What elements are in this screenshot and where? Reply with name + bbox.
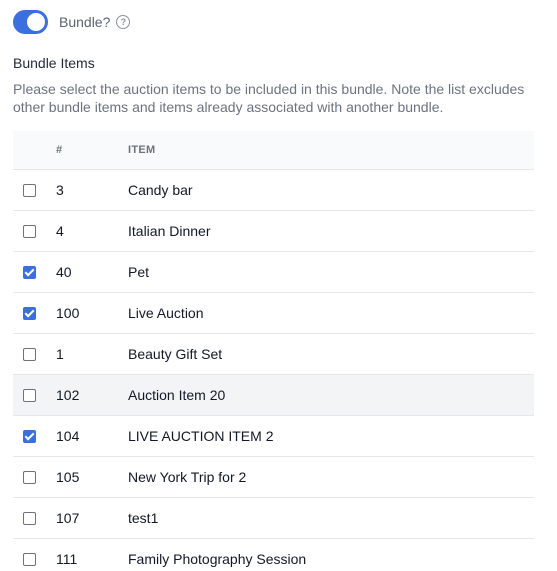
row-checkbox[interactable]	[23, 347, 36, 361]
row-select-cell	[13, 183, 56, 197]
row-select-cell	[13, 470, 56, 484]
row-select-cell	[13, 429, 56, 443]
table-row[interactable]: 111 Family Photography Session	[13, 538, 534, 571]
table-body: 3 Candy bar 4 Italian Dinner 40 Pet 100 Live Au…	[13, 169, 534, 571]
table-row[interactable]: 40 Pet	[13, 251, 534, 292]
row-checkbox[interactable]	[23, 306, 36, 320]
row-item-name: LIVE AUCTION ITEM 2	[128, 428, 274, 444]
row-checkbox[interactable]	[23, 429, 36, 443]
row-number: 105	[56, 469, 80, 485]
row-item-name: Italian Dinner	[128, 223, 211, 239]
header-num: #	[56, 144, 63, 156]
row-item-name: Beauty Gift Set	[128, 346, 223, 362]
table-row[interactable]: 100 Live Auction	[13, 292, 534, 333]
table-row[interactable]: 107 test1	[13, 497, 534, 538]
section-title: Bundle Items	[13, 55, 95, 71]
row-number: 40	[56, 264, 72, 280]
bundle-toggle-label: Bundle?	[59, 14, 111, 30]
row-number: 102	[56, 387, 80, 403]
row-checkbox[interactable]	[23, 470, 36, 484]
row-number: 3	[56, 182, 64, 198]
row-checkbox[interactable]	[23, 511, 36, 525]
row-item-name: New York Trip for 2	[128, 469, 247, 485]
row-number: 1	[56, 346, 64, 362]
row-select-cell	[13, 306, 56, 320]
row-checkbox[interactable]	[23, 183, 36, 197]
bundle-toggle[interactable]	[13, 10, 48, 34]
row-number: 104	[56, 428, 80, 444]
row-select-cell	[13, 265, 56, 279]
row-select-cell	[13, 347, 56, 361]
row-select-cell	[13, 511, 56, 525]
row-checkbox[interactable]	[23, 552, 36, 566]
table-header: # ITEM	[13, 131, 534, 169]
row-item-name: Candy bar	[128, 182, 193, 198]
table-row[interactable]: 105 New York Trip for 2	[13, 456, 534, 497]
bundle-form: Bundle? ? Bundle Items Please select the…	[0, 0, 557, 571]
row-number: 100	[56, 305, 80, 321]
table-row[interactable]: 1 Beauty Gift Set	[13, 333, 534, 374]
toggle-knob	[27, 13, 45, 31]
row-item-name: Auction Item 20	[128, 387, 226, 403]
row-item-name: test1	[128, 510, 159, 526]
row-select-cell	[13, 388, 56, 402]
row-item-name: Family Photography Session	[128, 551, 307, 567]
help-icon[interactable]: ?	[116, 15, 131, 29]
section-description: Please select the auction items to be in…	[13, 81, 525, 115]
table-row[interactable]: 4 Italian Dinner	[13, 210, 534, 251]
row-item-name: Pet	[128, 264, 150, 280]
row-checkbox[interactable]	[23, 265, 36, 279]
table-row[interactable]: 102 Auction Item 20	[13, 374, 534, 415]
table-row[interactable]: 104 LIVE AUCTION ITEM 2	[13, 415, 534, 456]
row-checkbox[interactable]	[23, 388, 36, 402]
bundle-items-table: # ITEM 3 Candy bar 4 Italian Dinner 40 Pet 100…	[13, 131, 534, 571]
bundle-toggle-row: Bundle? ?	[13, 10, 131, 34]
row-number: 107	[56, 510, 80, 526]
table-row[interactable]: 3 Candy bar	[13, 169, 534, 210]
row-item-name: Live Auction	[128, 305, 204, 321]
row-select-cell	[13, 552, 56, 566]
row-checkbox[interactable]	[23, 224, 36, 238]
header-item: ITEM	[128, 144, 156, 156]
row-select-cell	[13, 224, 56, 238]
row-number: 4	[56, 223, 64, 239]
row-number: 111	[56, 551, 78, 567]
